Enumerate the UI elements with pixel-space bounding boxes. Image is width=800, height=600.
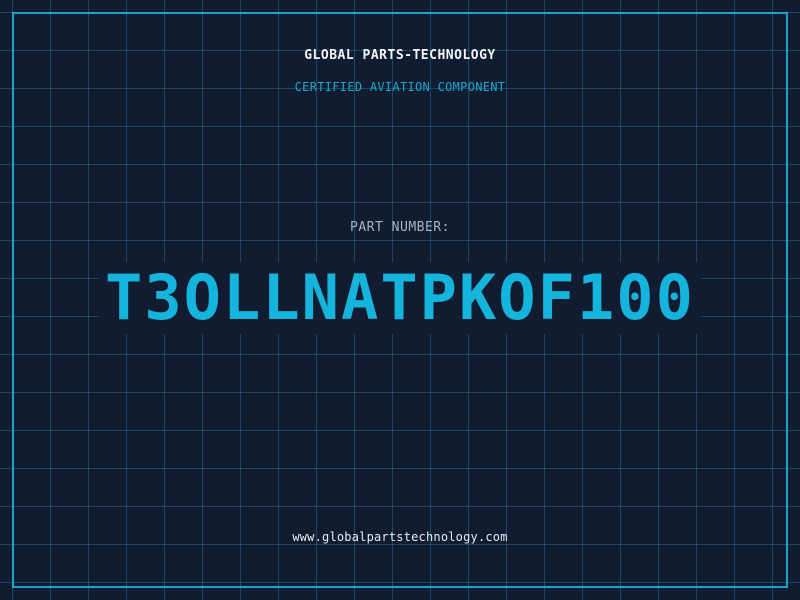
part-number-container: T3OLLNATPKOF100: [0, 262, 800, 334]
company-name: GLOBAL PARTS-TECHNOLOGY: [304, 48, 496, 63]
part-number-value: T3OLLNATPKOF100: [99, 262, 701, 334]
website-url: www.globalpartstechnology.com: [292, 530, 508, 544]
certification-subtitle: CERTIFIED AVIATION COMPONENT: [294, 80, 506, 94]
part-number-label: PART NUMBER:: [350, 220, 450, 235]
